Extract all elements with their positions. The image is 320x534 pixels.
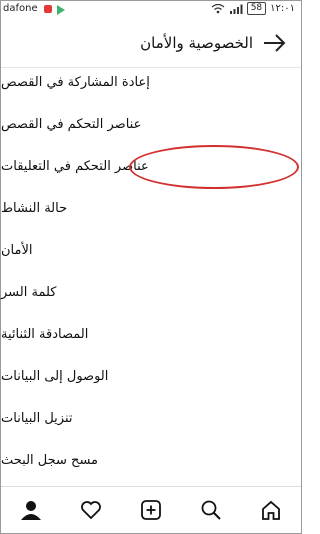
wifi-icon	[211, 3, 225, 13]
home-icon[interactable]	[258, 497, 284, 523]
menu-item-data-access[interactable]: الوصول إلى البيانات	[1, 355, 301, 397]
menu-item-story-resharing[interactable]: إعادة المشاركة في القصص	[1, 61, 301, 103]
settings-list: إعادة المشاركة في القصص عناصر التحكم في …	[1, 61, 301, 481]
signal-icon	[229, 4, 243, 14]
menu-item-clear-search-history[interactable]: مسح سجل البحث	[1, 439, 301, 481]
menu-item-activity-status[interactable]: حالة النشاط	[1, 187, 301, 229]
heart-icon[interactable]	[78, 497, 104, 523]
menu-item-label: الوصول إلى البيانات	[1, 368, 109, 384]
menu-item-label: إعادة المشاركة في القصص	[1, 74, 150, 90]
play-store-icon	[57, 5, 65, 15]
menu-item-password[interactable]: كلمة السر	[1, 271, 301, 313]
menu-item-label: حالة النشاط	[1, 200, 68, 216]
status-bar: dafone 58 ١٢:٠١	[1, 1, 301, 19]
menu-item-comment-controls[interactable]: عناصر التحكم في التعليقات	[1, 145, 301, 187]
menu-item-story-controls[interactable]: عناصر التحكم في القصص	[1, 103, 301, 145]
search-icon[interactable]	[198, 497, 224, 523]
carrier-label: dafone	[3, 3, 38, 14]
battery-indicator: 58	[246, 2, 267, 15]
menu-item-label: عناصر التحكم في التعليقات	[1, 158, 149, 174]
menu-item-label: مسح سجل البحث	[1, 452, 98, 468]
menu-item-label: كلمة السر	[1, 284, 57, 300]
menu-item-label: المصادقة الثنائية	[1, 326, 89, 342]
arrow-right-icon[interactable]	[261, 31, 287, 55]
menu-item-two-factor-auth[interactable]: المصادقة الثنائية	[1, 313, 301, 355]
menu-item-label: تنزيل البيانات	[1, 410, 73, 426]
page-title: الخصوصية والأمان	[140, 34, 253, 52]
profile-icon[interactable]	[18, 497, 44, 523]
bottom-nav	[1, 486, 301, 533]
status-right: 58 ١٢:٠١	[211, 2, 295, 15]
clock: ١٢:٠١	[270, 3, 295, 14]
menu-item-download-data[interactable]: تنزيل البيانات	[1, 397, 301, 439]
menu-item-label: عناصر التحكم في القصص	[1, 116, 142, 132]
menu-item-security[interactable]: الأمان	[1, 229, 301, 271]
add-icon[interactable]	[138, 497, 164, 523]
notification-icon	[44, 5, 52, 13]
menu-item-label: الأمان	[1, 242, 33, 258]
